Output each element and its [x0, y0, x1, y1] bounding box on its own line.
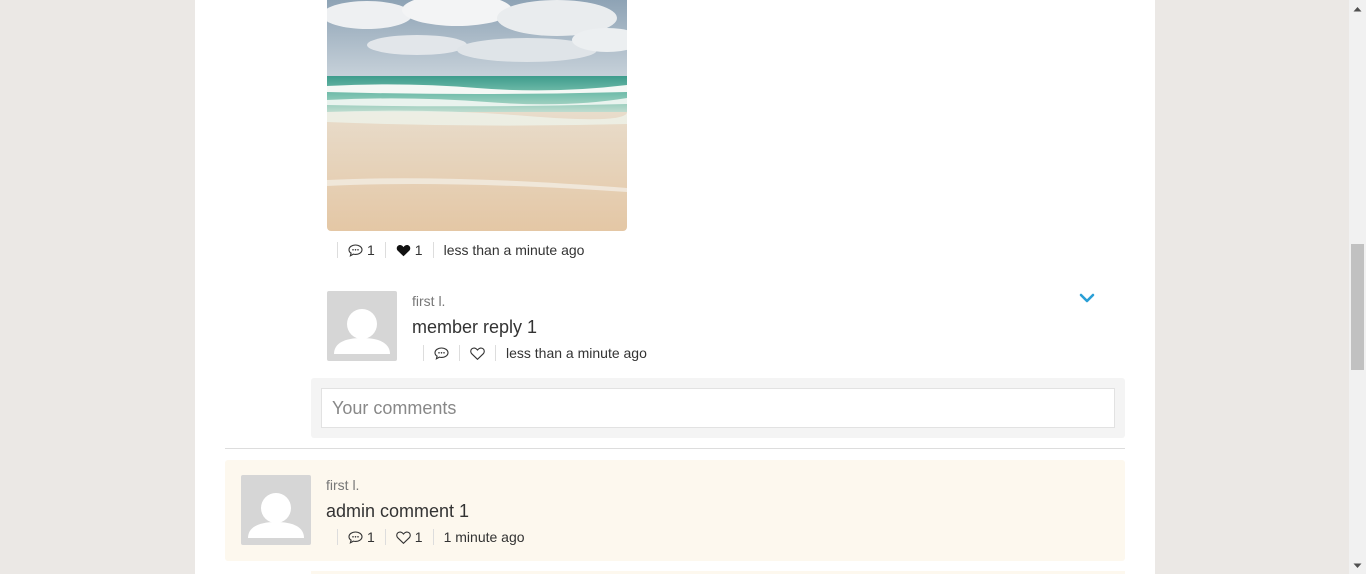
admin-like-button[interactable]: 1	[395, 529, 423, 545]
vertical-scrollbar[interactable]	[1349, 0, 1366, 574]
admin-comment-timestamp: 1 minute ago	[443, 529, 525, 545]
speech-bubble-icon	[348, 243, 363, 257]
post-image[interactable]	[327, 0, 627, 231]
divider	[432, 242, 434, 258]
beach-photo	[327, 0, 627, 231]
arrow-down-icon	[1353, 563, 1362, 568]
user-placeholder-icon	[334, 309, 390, 354]
arrow-up-icon	[1353, 6, 1362, 11]
heart-filled-icon	[396, 244, 411, 256]
divider	[337, 242, 338, 258]
reply-timestamp: less than a minute ago	[506, 345, 647, 361]
admin-comment-author[interactable]: first l.	[326, 477, 359, 493]
comment-count: 1	[367, 529, 375, 545]
reply-options-button[interactable]	[1079, 291, 1095, 305]
chevron-down-icon	[1079, 293, 1095, 303]
heart-outline-icon	[470, 346, 485, 360]
divider	[495, 345, 496, 361]
post-timestamp: less than a minute ago	[443, 242, 585, 258]
scrollbar-thumb[interactable]	[1351, 244, 1364, 370]
like-count: 1	[414, 529, 423, 545]
admin-comment-text: admin comment 1	[326, 501, 470, 521]
divider	[384, 529, 386, 545]
reply-like-button[interactable]	[470, 346, 485, 360]
scroll-up-button[interactable]	[1349, 0, 1366, 17]
scroll-down-button[interactable]	[1349, 557, 1366, 574]
avatar[interactable]	[327, 291, 397, 361]
user-placeholder-icon	[248, 493, 304, 538]
section-divider	[225, 448, 1125, 449]
post-stats: 1 1 less than a minute ago	[327, 241, 584, 259]
comment-input[interactable]	[321, 388, 1115, 428]
like-button[interactable]: 1	[396, 242, 423, 258]
speech-bubble-icon	[348, 530, 363, 544]
admin-comment-stats: 1 1 1 minute ago	[327, 528, 525, 546]
admin-comment-count-button[interactable]: 1	[348, 529, 375, 545]
comment-form	[311, 378, 1125, 438]
divider	[423, 345, 424, 361]
like-count: 1	[414, 242, 423, 258]
divider	[432, 529, 434, 545]
divider	[384, 242, 386, 258]
speech-bubble-icon	[434, 346, 449, 360]
divider	[459, 345, 460, 361]
comment-count: 1	[367, 242, 375, 258]
reply-author[interactable]: first l.	[412, 293, 445, 309]
reply-stats: less than a minute ago	[413, 344, 647, 362]
avatar[interactable]	[241, 475, 311, 545]
reply-comment-button[interactable]	[434, 346, 449, 360]
divider	[337, 529, 338, 545]
reply-text: member reply 1	[412, 317, 538, 337]
heart-outline-icon	[395, 530, 411, 544]
comment-count-button[interactable]: 1	[348, 242, 375, 258]
